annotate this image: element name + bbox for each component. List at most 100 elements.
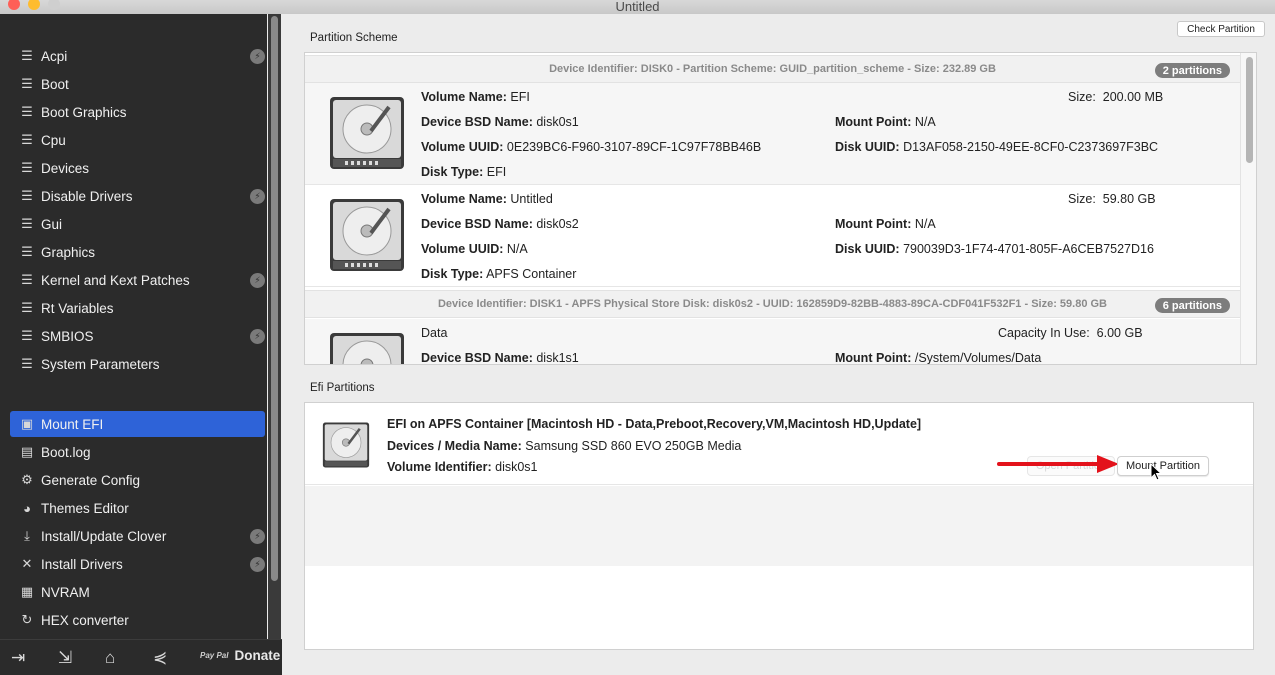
sidebar-item-devices[interactable]: ☰ Devices [10, 155, 265, 181]
list-icon: ☰ [21, 76, 33, 91]
partition-count-badge: 2 partitions [1154, 63, 1230, 78]
partition-scrollbar-thumb[interactable] [1246, 57, 1253, 163]
donate-label: Donate [234, 648, 281, 663]
disk-type-field: Disk Type: EFI [421, 165, 507, 179]
list-icon: ☰ [21, 160, 33, 175]
sidebar-item-boot[interactable]: ☰ Boot [10, 71, 265, 97]
efi-entry-title: EFI on APFS Container [Macintosh HD - Da… [387, 417, 922, 431]
info-badge-icon[interactable]: ⚡ [250, 328, 265, 344]
sidebar-scrollbar-thumb[interactable] [271, 16, 278, 581]
partition-scrollbar[interactable] [1240, 53, 1256, 364]
bsd-name-field: Device BSD Name: disk0s2 [421, 217, 579, 231]
sidebar-item-label: Devices [41, 160, 90, 176]
gears-icon: ⚙ [21, 472, 33, 487]
device-header-text: Device Identifier: DISK1 - APFS Physical… [437, 298, 1108, 310]
size-field: Size: 200.00 MB [1068, 90, 1164, 104]
sidebar-item-themes-editor[interactable]: ◕ Themes Editor [10, 495, 265, 521]
list-icon: ☰ [21, 132, 33, 147]
check-partition-button[interactable]: Check Partition [1177, 21, 1265, 37]
tools-icon: ✕ [21, 556, 33, 571]
sidebar-item-label: HEX converter [41, 612, 129, 628]
window-title: Untitled [615, 0, 660, 14]
sidebar-item-label: Disable Drivers [41, 188, 133, 204]
device-header-text: Device Identifier: DISK0 - Partition Sch… [549, 63, 996, 75]
donate-button[interactable]: Pay Pal Donate [200, 648, 280, 663]
mount-point-field: Mount Point: N/A [835, 217, 936, 231]
sidebar-scrollbar[interactable] [268, 14, 281, 639]
mount-point-field: Mount Point: /System/Volumes/Data [835, 351, 1042, 365]
sidebar-item-mount-efi[interactable]: ▣ Mount EFI [10, 411, 265, 437]
list-icon: ☰ [21, 328, 33, 343]
export-icon[interactable]: ⇲ [58, 648, 72, 668]
palette-icon: ◕ [23, 500, 31, 516]
sidebar-item-label: Mount EFI [41, 416, 104, 432]
sidebar-item-generate-config[interactable]: ⚙ Generate Config [10, 467, 265, 493]
list-icon: ☰ [21, 356, 33, 371]
disk-type-field: Disk Type: APFS Container [421, 267, 577, 281]
close-window-button[interactable] [8, 0, 20, 10]
mount-partition-button[interactable]: Mount Partition [1117, 456, 1209, 476]
volume-uuid-field: Volume UUID: 0E239BC6-F960-3107-89CF-1C9… [421, 140, 762, 154]
sidebar-item-label: Generate Config [41, 472, 141, 488]
list-icon: ☰ [21, 48, 33, 63]
sidebar: ☰ Acpi ⚡ ☰ Boot ☰ Boot Graphics ☰ Cpu ☰ … [0, 14, 267, 639]
sidebar-item-install-drivers[interactable]: ✕ Install Drivers ⚡ [10, 551, 265, 577]
sidebar-item-label: Themes Editor [41, 500, 129, 516]
device-header-disk1: Device Identifier: DISK1 - APFS Physical… [305, 290, 1240, 318]
sidebar-item-label: Kernel and Kext Patches [41, 272, 190, 288]
partition-row[interactable]: Volume Name: EFI Size: 200.00 MB Device … [305, 83, 1240, 185]
partition-row[interactable]: Volume Name: Untitled Size: 59.80 GB Dev… [305, 185, 1240, 287]
mouse-cursor-icon [1150, 463, 1162, 481]
zoom-window-button[interactable] [48, 0, 60, 10]
bsd-name-field: Device BSD Name: disk0s1 [421, 115, 579, 129]
sidebar-item-acpi[interactable]: ☰ Acpi ⚡ [10, 43, 265, 69]
partition-row[interactable]: Data Capacity In Use: 6.00 GB Device BSD… [305, 319, 1240, 365]
red-arrow-annotation [997, 455, 1119, 473]
sidebar-item-smbios[interactable]: ☰ SMBIOS ⚡ [10, 323, 265, 349]
sidebar-item-disable-drivers[interactable]: ☰ Disable Drivers ⚡ [10, 183, 265, 209]
list-icon: ☰ [21, 104, 33, 119]
list-icon: ☰ [21, 300, 33, 315]
volume-name-field: Volume Name: EFI [421, 90, 530, 104]
efi-partitions-panel: EFI on APFS Container [Macintosh HD - Da… [304, 402, 1254, 650]
list-icon: ☰ [21, 216, 33, 231]
sidebar-item-hex-converter[interactable]: ↻ HEX converter [10, 607, 265, 633]
partition-count-badge: 6 partitions [1154, 298, 1230, 313]
disk-icon: ▣ [20, 416, 34, 431]
sidebar-item-install-update-clover[interactable]: ⤓ Install/Update Clover ⚡ [10, 523, 265, 549]
sidebar-item-cpu[interactable]: ☰ Cpu [10, 127, 265, 153]
minimize-window-button[interactable] [28, 0, 40, 10]
size-field: Size: 59.80 GB [1068, 192, 1156, 206]
share-icon[interactable]: ⋞ [153, 648, 167, 668]
sidebar-item-nvram[interactable]: ▦ NVRAM [10, 579, 265, 605]
import-icon[interactable]: ⇥ [11, 648, 25, 668]
disk-uuid-field: Disk UUID: 790039D3-1F74-4701-805F-A6CEB… [835, 242, 1154, 256]
info-badge-icon[interactable]: ⚡ [250, 556, 265, 572]
home-icon[interactable]: ⌂ [105, 648, 115, 668]
sidebar-item-label: Install Drivers [41, 556, 123, 572]
sidebar-item-label: Gui [41, 216, 63, 232]
main-content: Partition Scheme Check Partition Device … [282, 14, 1275, 675]
sidebar-item-label: SMBIOS [41, 328, 94, 344]
efi-empty-row [305, 486, 1253, 566]
device-header-disk0: Device Identifier: DISK0 - Partition Sch… [305, 55, 1240, 83]
sidebar-item-rt-variables[interactable]: ☰ Rt Variables [10, 295, 265, 321]
sidebar-item-label: Acpi [41, 48, 68, 64]
info-badge-icon[interactable]: ⚡ [250, 48, 265, 64]
list-icon: ☰ [21, 244, 33, 259]
volume-name-field: Data [421, 326, 448, 340]
info-badge-icon[interactable]: ⚡ [250, 528, 265, 544]
efi-partition-row[interactable]: EFI on APFS Container [Macintosh HD - Da… [305, 403, 1253, 485]
sidebar-item-kernel-kext-patches[interactable]: ☰ Kernel and Kext Patches ⚡ [10, 267, 265, 293]
sidebar-item-boot-log[interactable]: ▤ Boot.log [10, 439, 265, 465]
sidebar-item-label: Boot.log [41, 444, 91, 460]
info-badge-icon[interactable]: ⚡ [250, 188, 265, 204]
sidebar-item-gui[interactable]: ☰ Gui [10, 211, 265, 237]
sidebar-item-system-parameters[interactable]: ☰ System Parameters [10, 351, 265, 377]
list-icon: ☰ [21, 188, 33, 203]
volume-uuid-field: Volume UUID: N/A [421, 242, 528, 256]
sidebar-item-graphics[interactable]: ☰ Graphics [10, 239, 265, 265]
info-badge-icon[interactable]: ⚡ [250, 272, 265, 288]
sidebar-item-boot-graphics[interactable]: ☰ Boot Graphics [10, 99, 265, 125]
chip-icon: ▦ [20, 584, 34, 599]
